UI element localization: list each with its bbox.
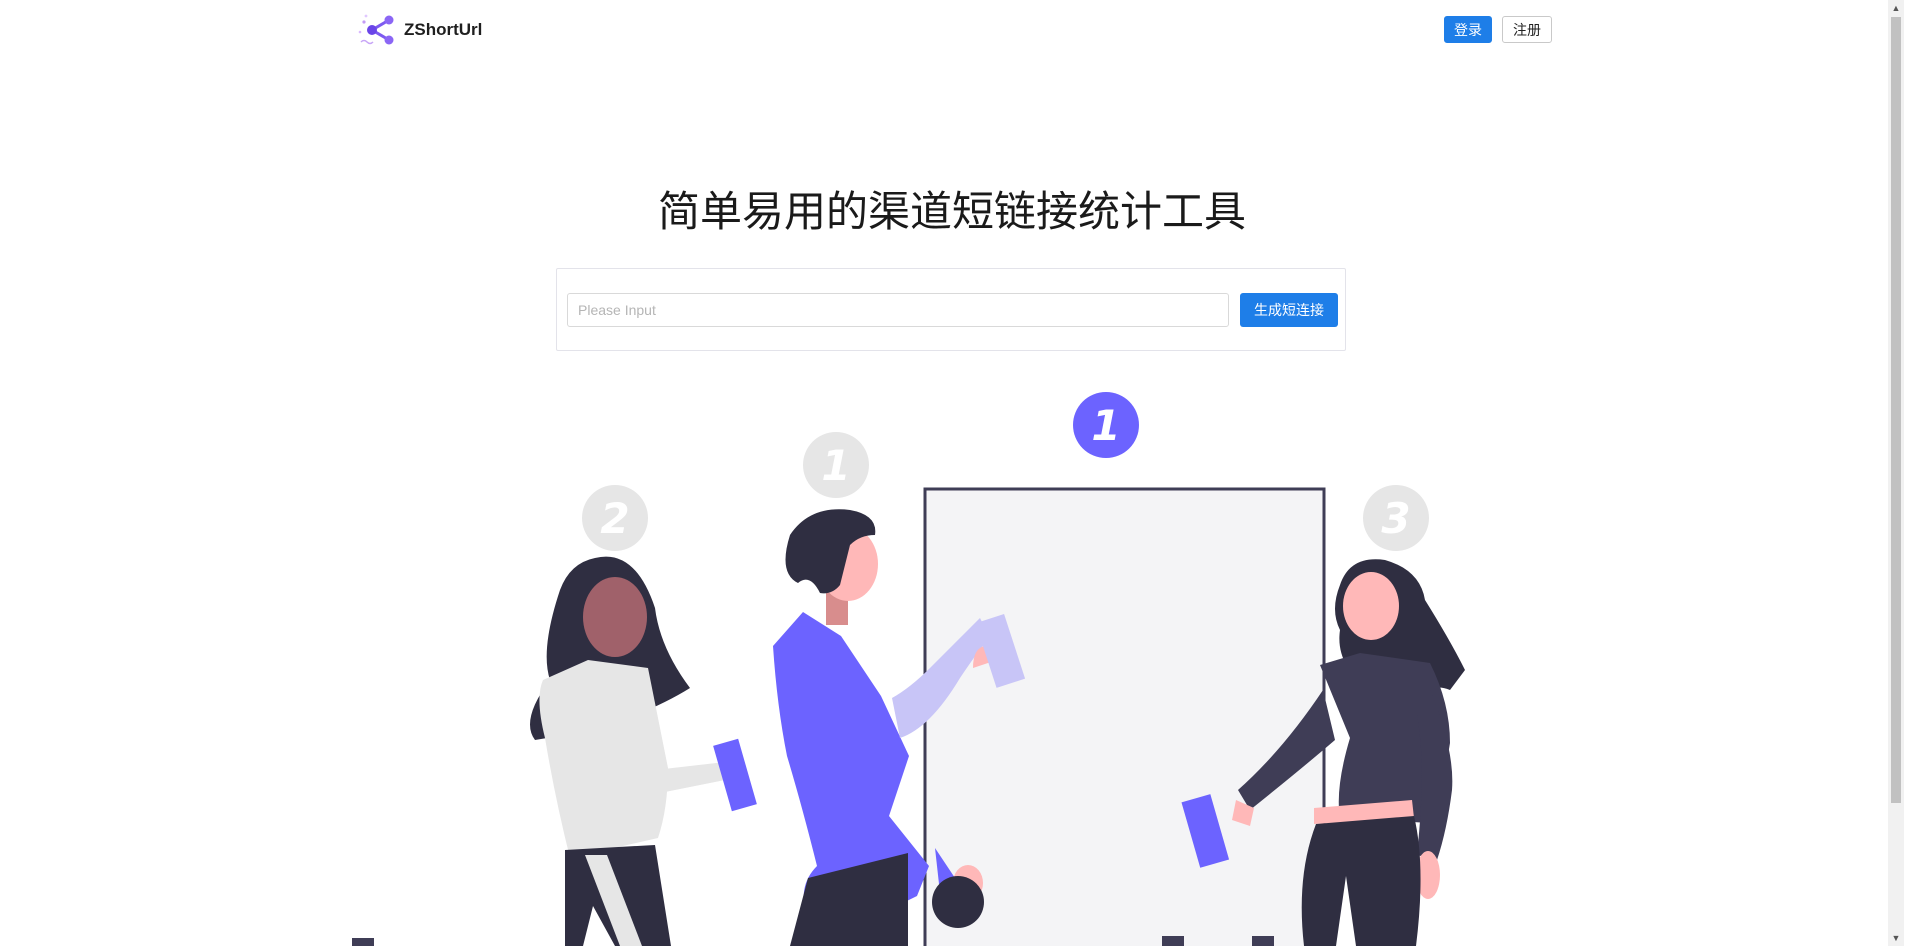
page: ZShortUrl 登录 注册 简单易用的渠道短链接统计工具 生成短连接 2 1 <box>0 0 1904 946</box>
step-badge-2: 2 <box>582 485 648 551</box>
register-button[interactable]: 注册 <box>1502 16 1552 43</box>
triangle-down-icon[interactable]: ▼ <box>1888 930 1904 946</box>
url-input[interactable] <box>567 293 1229 327</box>
brand[interactable]: ZShortUrl <box>356 12 482 48</box>
hero-title: 简单易用的渠道短链接统计工具 <box>657 187 1246 236</box>
door-panel <box>923 487 1326 946</box>
login-button[interactable]: 登录 <box>1444 16 1492 43</box>
auth-buttons: 登录 注册 <box>1444 16 1552 43</box>
top-navbar: ZShortUrl 登录 注册 <box>356 12 1552 48</box>
step-badge-1-active: 1 <box>1073 392 1139 458</box>
badge-label: 1 <box>821 441 850 490</box>
vertical-scrollbar[interactable]: ▲ ▼ <box>1888 0 1904 946</box>
triangle-up-icon[interactable]: ▲ <box>1888 0 1904 16</box>
badge-label: 3 <box>1381 494 1410 543</box>
badge-label: 2 <box>600 494 629 543</box>
person-woman-right <box>1181 559 1465 946</box>
shorten-form: 生成短连接 <box>556 268 1346 351</box>
hero-illustration: 2 1 1 3 <box>352 392 1465 946</box>
brand-name: ZShortUrl <box>404 20 483 39</box>
scrollbar-thumb[interactable] <box>1891 17 1901 803</box>
share-nodes-icon <box>358 14 394 45</box>
person-man-center <box>773 509 1026 946</box>
generate-short-link-button[interactable]: 生成短连接 <box>1240 293 1338 327</box>
step-badge-1-gray: 1 <box>803 432 869 498</box>
person-woman-left <box>530 556 757 946</box>
badge-label: 1 <box>1091 401 1120 450</box>
step-badge-3: 3 <box>1363 485 1429 551</box>
